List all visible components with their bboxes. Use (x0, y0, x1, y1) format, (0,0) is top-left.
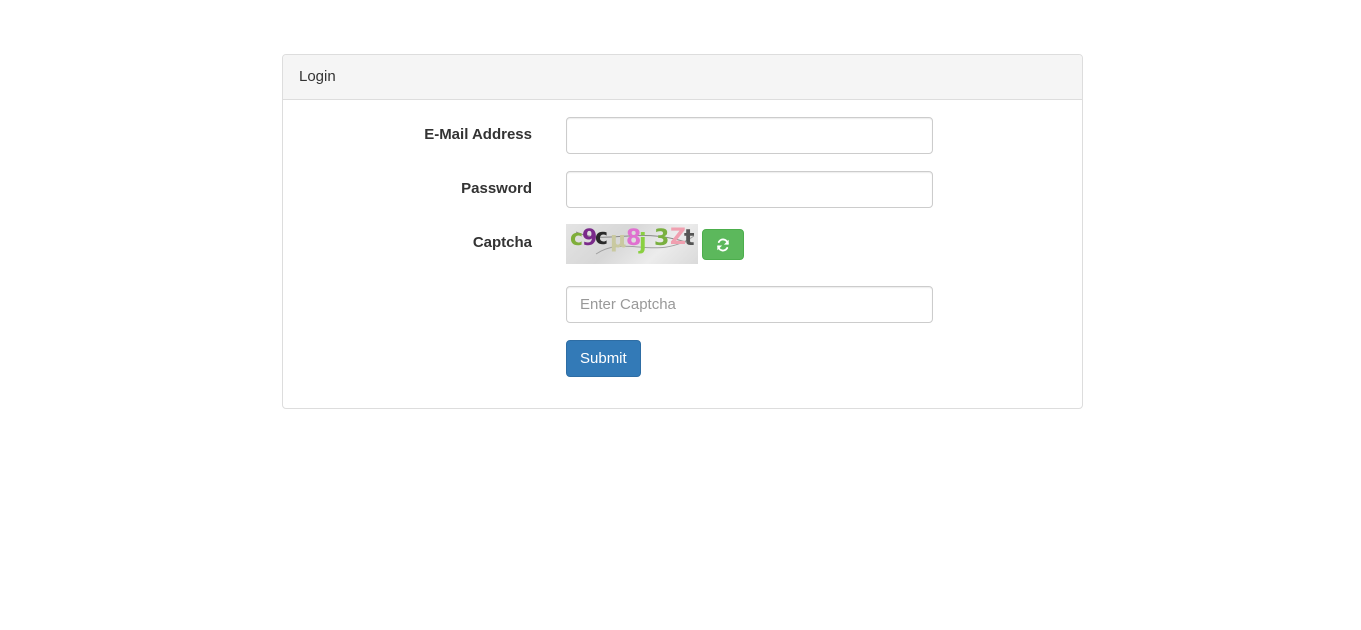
email-label: E-Mail Address (424, 126, 532, 143)
email-field[interactable] (566, 117, 933, 154)
captcha-refresh-button[interactable] (702, 229, 744, 260)
refresh-icon (717, 238, 729, 251)
captcha-input[interactable] (566, 286, 933, 323)
password-field[interactable] (566, 171, 933, 208)
captcha-image: c 9 c μ 8 j 3 Z t (566, 224, 698, 264)
panel-heading: Login (283, 55, 1082, 100)
submit-button[interactable]: Submit (566, 340, 641, 377)
captcha-label: Captcha (472, 234, 532, 251)
login-panel: Login E-Mail Address Password Captcha c … (282, 54, 1083, 409)
password-label: Password (461, 180, 532, 197)
